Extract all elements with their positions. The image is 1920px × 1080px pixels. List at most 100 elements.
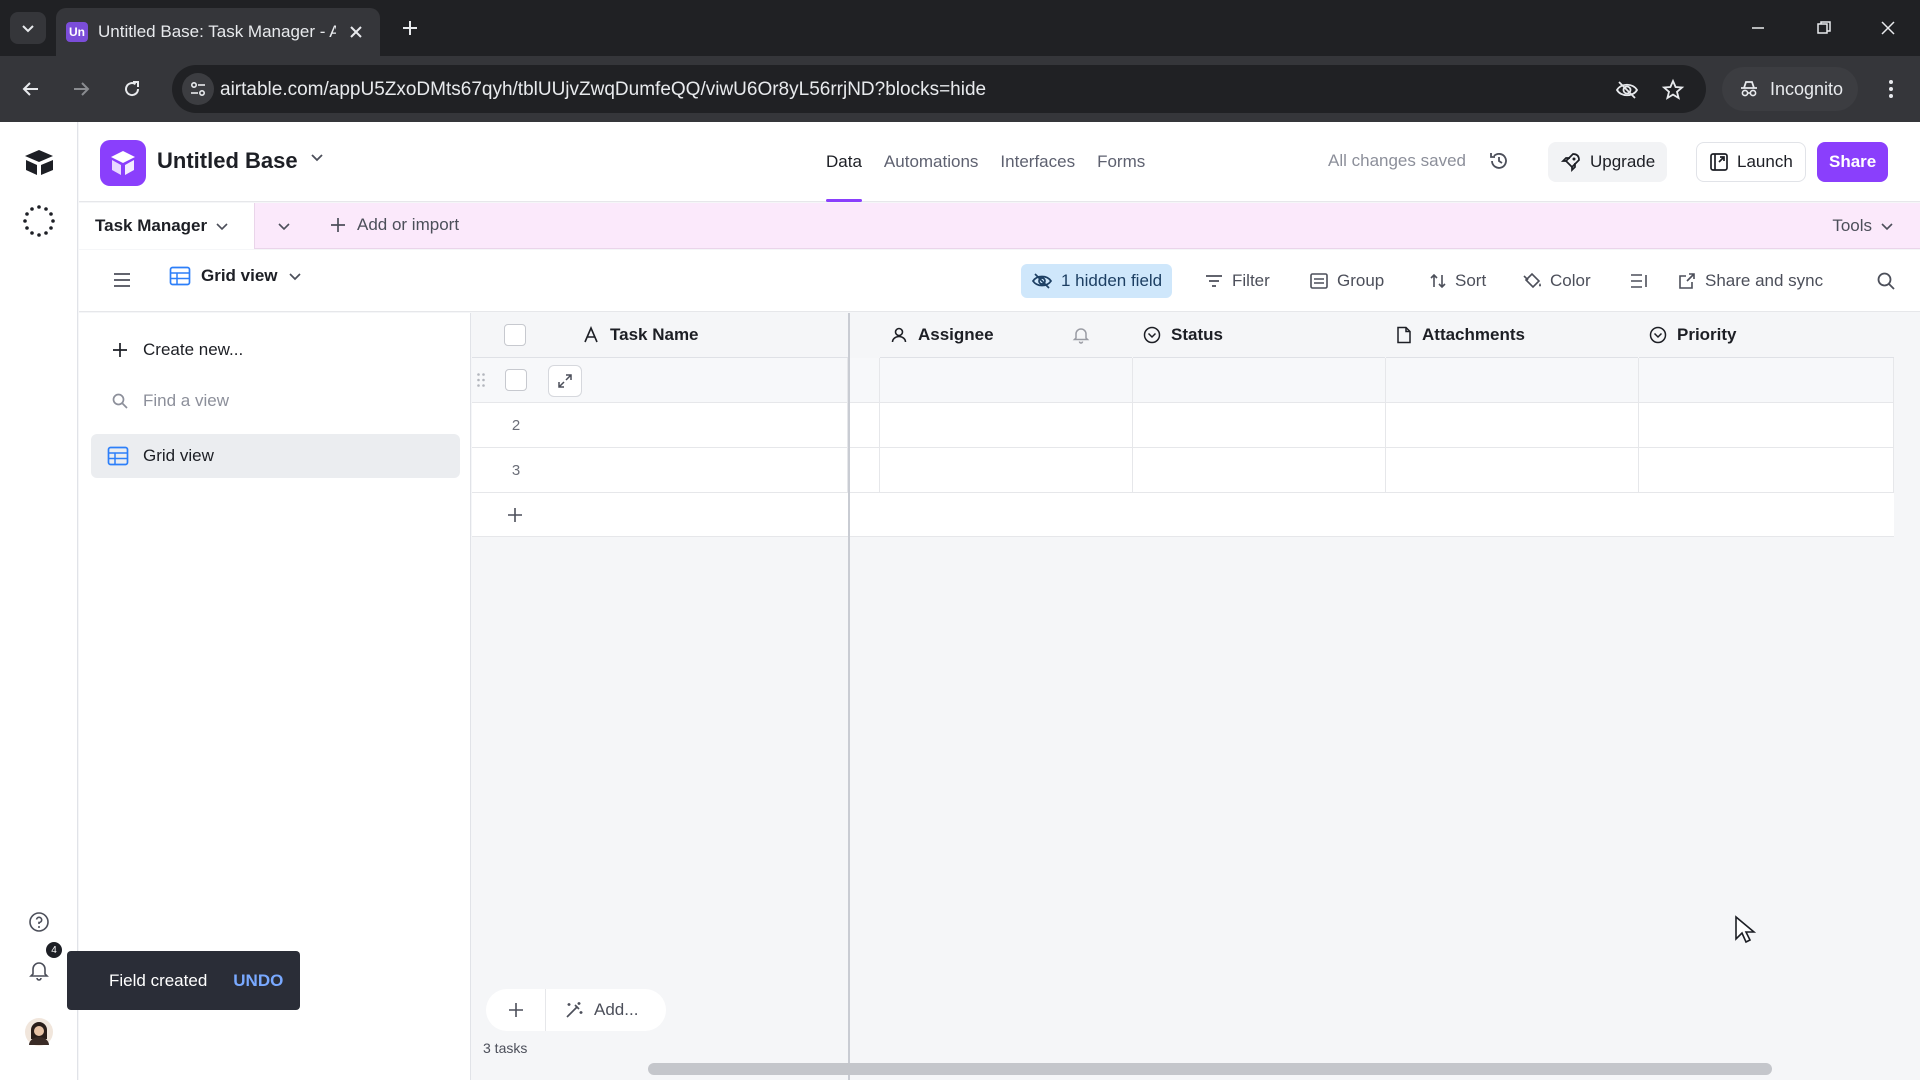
table-cell[interactable] <box>850 403 880 448</box>
base-name[interactable]: Untitled Base <box>157 148 298 174</box>
back-button[interactable] <box>16 74 46 104</box>
account-avatar[interactable] <box>19 1012 59 1052</box>
table-cell[interactable] <box>850 448 880 493</box>
table-cell[interactable] <box>880 448 1133 493</box>
tab-forms[interactable]: Forms <box>1097 122 1145 202</box>
minimize-button[interactable] <box>1744 14 1772 42</box>
column-header-label: Assignee <box>918 325 994 344</box>
upgrade-label: Upgrade <box>1590 152 1656 171</box>
record-count: 3 tasks <box>483 1040 528 1056</box>
tracking-protection-button[interactable] <box>1614 77 1640 103</box>
address-bar[interactable]: airtable.com/appU5ZxoDMts67qyh/tblUUjvZw… <box>172 65 1706 113</box>
mouse-cursor-icon <box>1735 915 1756 944</box>
home-button[interactable] <box>19 142 59 182</box>
user-icon <box>891 327 907 343</box>
sort-button[interactable]: Sort <box>1419 264 1496 298</box>
filter-button[interactable]: Filter <box>1194 264 1280 298</box>
add-or-import-button[interactable]: Add or import <box>329 215 459 235</box>
bookmark-button[interactable] <box>1660 77 1686 103</box>
frozen-column-divider[interactable] <box>848 313 850 1080</box>
horizontal-scrollbar[interactable] <box>648 1063 1772 1075</box>
table-cell[interactable] <box>880 403 1133 448</box>
paint-bucket-icon <box>1523 272 1541 289</box>
launch-button[interactable]: Launch <box>1696 142 1806 182</box>
row-height-button[interactable] <box>1619 264 1659 298</box>
color-button[interactable]: Color <box>1512 264 1601 298</box>
find-view-input[interactable]: Find a view <box>91 379 460 423</box>
table-cell[interactable] <box>1133 403 1386 448</box>
table-cell[interactable] <box>1639 358 1894 403</box>
table-row[interactable]: 3 <box>472 448 848 493</box>
tab-automations[interactable]: Automations <box>884 122 979 202</box>
table-cell[interactable] <box>1133 358 1386 403</box>
launch-label: Launch <box>1737 152 1793 171</box>
undo-button[interactable]: UNDO <box>233 971 283 991</box>
table-cell[interactable] <box>1386 358 1639 403</box>
table-bar: Task Manager Add or import Tools <box>79 203 1920 249</box>
column-header-attachments[interactable]: Attachments <box>1386 313 1638 358</box>
create-new-view-button[interactable]: Create new... <box>91 328 460 372</box>
browser-tab[interactable]: Un Untitled Base: Task Manager - A <box>56 8 380 56</box>
incognito-indicator[interactable]: Incognito <box>1722 67 1858 111</box>
hamburger-menu-icon[interactable] <box>111 269 133 291</box>
chevron-down-icon <box>216 223 228 231</box>
site-info-button[interactable] <box>182 73 214 105</box>
primary-column-header[interactable]: Task Name <box>472 313 848 358</box>
search-button[interactable] <box>1866 264 1906 298</box>
tab-close-button[interactable] <box>346 22 366 42</box>
share-and-sync-button[interactable]: Share and sync <box>1667 264 1833 298</box>
bell-icon[interactable] <box>1072 326 1090 344</box>
help-button[interactable] <box>19 902 59 942</box>
hidden-fields-button[interactable]: 1 hidden field <box>1021 264 1173 298</box>
search-icon <box>112 393 128 409</box>
table-cell[interactable] <box>880 358 1133 403</box>
view-switcher[interactable]: Grid view <box>169 266 302 286</box>
table-cell[interactable] <box>850 358 880 403</box>
table-cell[interactable] <box>1386 403 1639 448</box>
close-window-button[interactable] <box>1874 14 1902 42</box>
table-row[interactable]: 2 <box>472 403 848 448</box>
column-header-priority[interactable]: Priority <box>1639 313 1894 358</box>
new-tab-button[interactable] <box>396 14 424 42</box>
base-logo-icon[interactable] <box>100 140 146 186</box>
table-tab-task-manager[interactable]: Task Manager <box>79 203 255 249</box>
select-all-checkbox[interactable] <box>504 324 526 346</box>
tab-data[interactable]: Data <box>826 122 862 202</box>
share-button[interactable]: Share <box>1817 142 1889 182</box>
document-icon <box>1397 326 1411 344</box>
drag-handle-icon[interactable] <box>476 372 486 388</box>
notifications-button[interactable]: 4 <box>19 942 62 990</box>
tab-search-button[interactable] <box>10 12 46 44</box>
reload-button[interactable] <box>117 74 147 104</box>
row-number: 2 <box>511 417 521 434</box>
chevron-down-icon[interactable] <box>310 152 324 162</box>
share-and-sync-label: Share and sync <box>1705 271 1824 290</box>
upgrade-button[interactable]: Upgrade <box>1548 142 1668 182</box>
table-cell[interactable] <box>1133 448 1386 493</box>
group-button[interactable]: Group <box>1299 264 1394 298</box>
tools-button[interactable]: Tools <box>1832 216 1894 236</box>
omni-button[interactable] <box>19 201 59 241</box>
tab-favicon: Un <box>66 22 88 42</box>
history-icon[interactable] <box>1487 149 1511 173</box>
row-height-icon <box>1631 274 1647 288</box>
all-tables-chevron-icon[interactable] <box>275 217 293 235</box>
forward-button[interactable] <box>66 74 96 104</box>
column-header-assignee[interactable]: Assignee <box>880 313 1132 358</box>
sidebar-item-grid-view[interactable]: Grid view <box>91 434 460 478</box>
expand-record-button[interactable] <box>548 365 582 397</box>
table-row[interactable] <box>472 358 848 403</box>
browser-menu-button[interactable] <box>1876 74 1906 104</box>
table-cell[interactable] <box>1639 403 1894 448</box>
add-with-ai-button[interactable]: Add... <box>546 1000 638 1020</box>
restore-button[interactable] <box>1810 14 1838 42</box>
tab-interfaces[interactable]: Interfaces <box>1000 122 1075 202</box>
base-nav-tabs: Data Automations Interfaces Forms <box>826 122 1145 202</box>
column-header-status[interactable]: Status <box>1133 313 1385 358</box>
row-checkbox[interactable] <box>505 369 527 391</box>
add-record-button[interactable] <box>486 989 546 1031</box>
add-record-row[interactable] <box>472 493 1894 537</box>
table-cell[interactable] <box>1386 448 1639 493</box>
expand-icon <box>558 374 572 388</box>
table-cell[interactable] <box>1639 448 1894 493</box>
